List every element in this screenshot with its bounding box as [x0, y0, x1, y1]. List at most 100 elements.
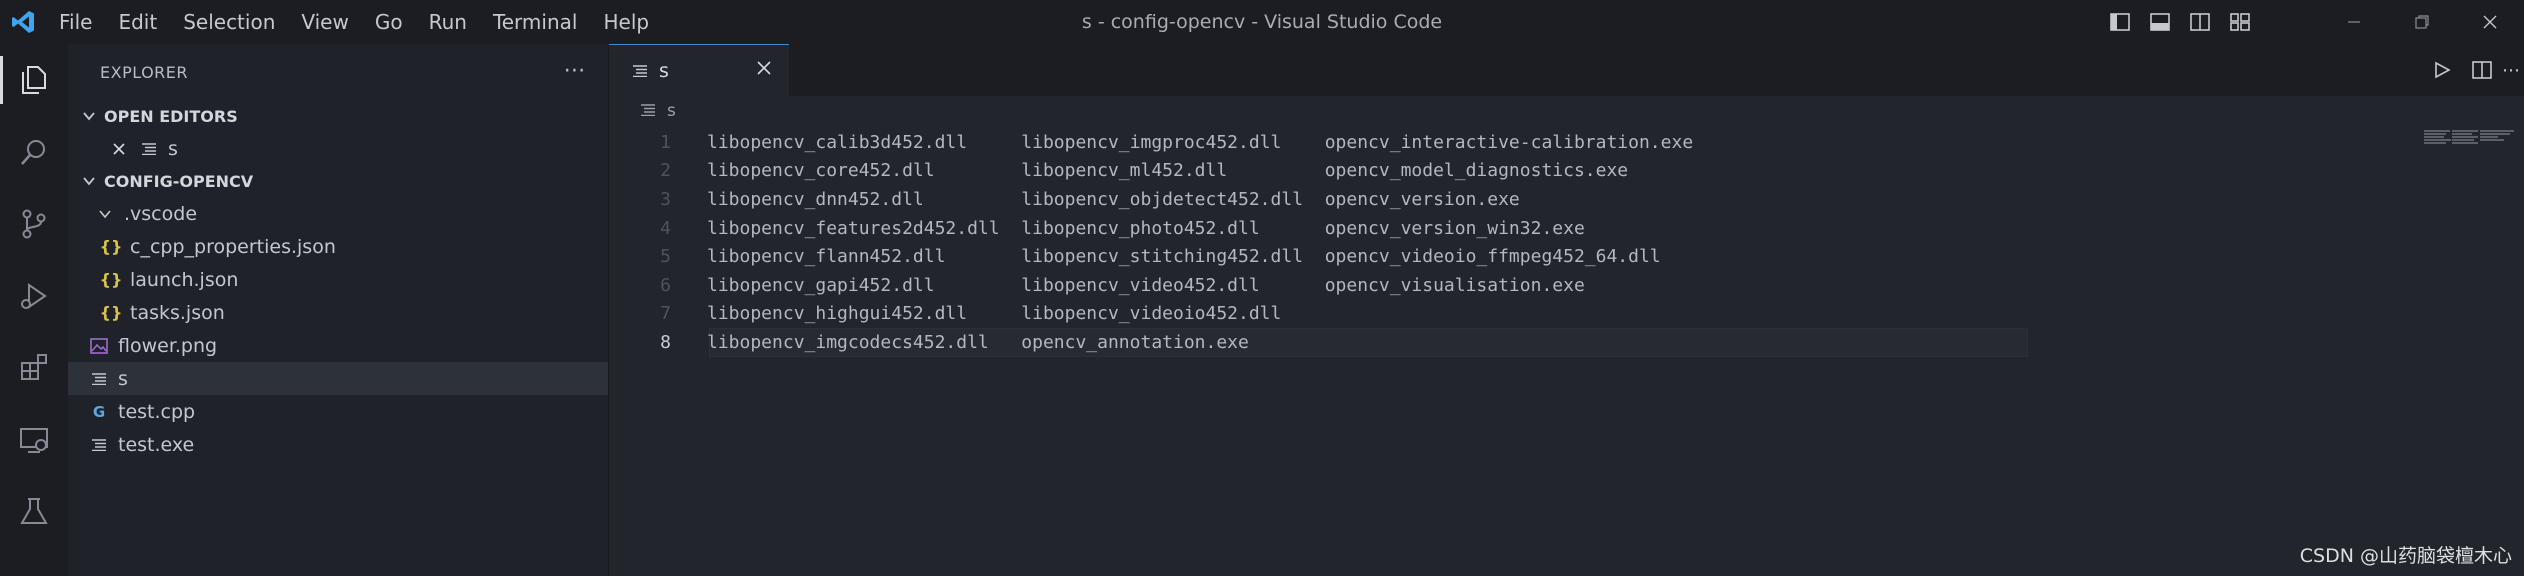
line-text: libopencv_flann452.dll libopencv_stitchi… [707, 246, 1661, 268]
close-editor-icon[interactable] [108, 142, 130, 156]
toggle-primary-sidebar-icon[interactable] [2100, 0, 2140, 44]
explorer-header: EXPLORER ⋯ [68, 44, 608, 100]
line-text: libopencv_core452.dll libopencv_ml452.dl… [707, 160, 1629, 182]
json-file-icon: {} [99, 270, 123, 289]
run-icon[interactable] [2422, 48, 2462, 92]
line-text: libopencv_calib3d452.dll libopencv_imgpr… [707, 131, 1694, 153]
file-name: s [118, 367, 128, 390]
code-line[interactable]: 3 libopencv_dnn452.dll libopencv_objdetec… [609, 185, 2524, 214]
line-number: 3 [660, 188, 671, 210]
menu-run[interactable]: Run [416, 0, 480, 44]
file-launch-json[interactable]: {} launch.json [68, 263, 608, 296]
folder-vscode[interactable]: .vscode [68, 197, 608, 230]
file-flower-png[interactable]: flower.png [68, 329, 608, 362]
chevron-down-icon [74, 109, 104, 123]
code-line-current[interactable]: 8 libopencv_imgcodecs452.dll opencv_annot… [609, 328, 2524, 357]
text-file-icon [633, 60, 647, 82]
tab-s[interactable]: s [609, 44, 789, 96]
folder-name: .vscode [124, 202, 198, 225]
line-text: libopencv_features2d452.dll libopencv_ph… [707, 217, 1585, 239]
file-tasks-json[interactable]: {} tasks.json [68, 296, 608, 329]
file-name: tasks.json [130, 301, 225, 324]
explorer-icon[interactable] [0, 44, 68, 116]
code-line[interactable]: 4 libopencv_features2d452.dll libopencv_p… [609, 214, 2524, 243]
extensions-icon[interactable] [0, 332, 68, 404]
code-editor[interactable]: 1 libopencv_calib3d452.dll libopencv_imgp… [609, 128, 2524, 357]
file-name: test.cpp [118, 400, 196, 423]
line-text: libopencv_dnn452.dll libopencv_objdetect… [707, 188, 1520, 210]
menu-selection[interactable]: Selection [170, 0, 288, 44]
breadcrumb-item[interactable]: s [667, 101, 676, 121]
toggle-secondary-sidebar-icon[interactable] [2180, 0, 2220, 44]
text-file-icon [88, 372, 110, 385]
editor-area: s ⋯ s 1 libopencv_calib3d452.dll libopenc… [609, 44, 2524, 576]
source-control-icon[interactable] [0, 188, 68, 260]
code-line[interactable]: 5 libopencv_flann452.dll libopencv_stitch… [609, 242, 2524, 271]
toggle-panel-icon[interactable] [2140, 0, 2180, 44]
open-editors-section[interactable]: OPEN EDITORS [68, 100, 608, 132]
text-file-icon [641, 101, 655, 121]
line-number: 8 [660, 331, 671, 353]
title-bar: File Edit Selection View Go Run Terminal… [0, 0, 2524, 44]
line-number: 2 [660, 160, 671, 182]
vscode-logo-icon[interactable] [0, 0, 46, 44]
tab-label: s [659, 59, 669, 82]
line-text: libopencv_highgui452.dll libopencv_video… [707, 303, 1282, 325]
file-name: flower.png [118, 334, 218, 357]
file-test-cpp[interactable]: G test.cpp [68, 395, 608, 428]
line-text: libopencv_imgcodecs452.dll opencv_annota… [707, 331, 1249, 353]
chevron-down-icon [94, 207, 116, 221]
open-editor-name: s [168, 137, 178, 160]
remote-explorer-icon[interactable] [0, 404, 68, 476]
folder-section[interactable]: CONFIG-OPENCV [68, 165, 608, 197]
text-file-icon [88, 438, 110, 451]
line-number: 5 [660, 246, 671, 268]
tab-bar: s ⋯ [609, 44, 2524, 96]
split-editor-icon[interactable] [2462, 48, 2502, 92]
menu-view[interactable]: View [288, 0, 361, 44]
text-file-icon [138, 142, 160, 155]
file-name: launch.json [130, 268, 239, 291]
line-number: 1 [660, 131, 671, 153]
menu-go[interactable]: Go [362, 0, 416, 44]
title-bar-controls [2100, 0, 2524, 44]
file-s[interactable]: s [68, 362, 608, 395]
explorer-sidebar: EXPLORER ⋯ OPEN EDITORS s CONFIG-OPENCV … [68, 44, 609, 576]
menu-bar: File Edit Selection View Go Run Terminal… [46, 0, 662, 44]
chevron-down-icon [74, 174, 104, 188]
minimap[interactable] [2424, 130, 2514, 150]
more-actions-icon[interactable]: ⋯ [2502, 48, 2524, 92]
folder-label: CONFIG-OPENCV [104, 171, 254, 191]
activity-bar [0, 44, 68, 576]
code-line[interactable]: 7 libopencv_highgui452.dll libopencv_vide… [609, 300, 2524, 329]
code-line[interactable]: 6 libopencv_gapi452.dll libopencv_video45… [609, 271, 2524, 300]
file-name: c_cpp_properties.json [130, 235, 336, 258]
run-and-debug-icon[interactable] [0, 260, 68, 332]
line-text: libopencv_gapi452.dll libopencv_video452… [707, 274, 1585, 296]
cpp-file-icon: G [92, 402, 106, 421]
more-actions-icon[interactable]: ⋯ [564, 58, 587, 83]
menu-edit[interactable]: Edit [105, 0, 170, 44]
code-line[interactable]: 2 libopencv_core452.dll libopencv_ml452.d… [609, 157, 2524, 186]
editor-actions: ⋯ [2422, 44, 2524, 96]
search-icon[interactable] [0, 116, 68, 188]
file-test-exe[interactable]: test.exe [68, 428, 608, 461]
restore-icon[interactable] [2388, 0, 2456, 44]
minimize-icon[interactable] [2320, 0, 2388, 44]
menu-terminal[interactable]: Terminal [480, 0, 591, 44]
image-file-icon [88, 337, 110, 354]
open-editor-item[interactable]: s [68, 132, 608, 165]
customize-layout-icon[interactable] [2220, 0, 2260, 44]
file-c-cpp-properties[interactable]: {} c_cpp_properties.json [68, 230, 608, 263]
line-number: 4 [660, 217, 671, 239]
close-window-icon[interactable] [2456, 0, 2524, 44]
close-tab-icon[interactable] [755, 59, 773, 82]
testing-icon[interactable] [0, 476, 68, 548]
json-file-icon: {} [99, 237, 123, 256]
explorer-title: EXPLORER [100, 62, 188, 82]
menu-file[interactable]: File [46, 0, 105, 44]
menu-help[interactable]: Help [590, 0, 662, 44]
code-line[interactable]: 1 libopencv_calib3d452.dll libopencv_imgp… [609, 128, 2524, 157]
watermark-text: CSDN @山药脑袋檀木心 [2299, 545, 2512, 567]
breadcrumb: s [609, 96, 2524, 126]
